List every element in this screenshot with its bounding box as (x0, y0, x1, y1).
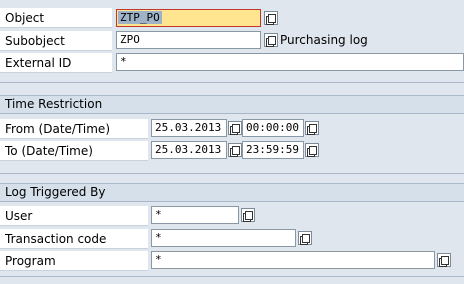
external-id-label-cell: External ID (0, 53, 112, 73)
external-id-label: External ID (5, 56, 72, 70)
user-value: * (155, 208, 162, 221)
subobject-label: Subobject (5, 34, 65, 48)
program-label: Program (5, 254, 56, 268)
transaction-code-input[interactable]: * (151, 229, 296, 247)
user-value-help-button[interactable] (241, 208, 255, 222)
transaction-code-label: Transaction code (5, 232, 107, 246)
subobject-label-cell: Subobject (0, 31, 112, 51)
subobject-value-help-button[interactable] (264, 33, 278, 47)
to-time-input[interactable]: 23:59:59 (242, 141, 304, 159)
from-time-value-help-button[interactable] (305, 121, 319, 135)
to-date-value-help-button[interactable] (228, 143, 242, 157)
section-divider (0, 276, 464, 277)
external-id-value: * (120, 55, 127, 68)
transaction-code-value-help-button[interactable] (298, 231, 312, 245)
to-date-value: 25.03.2013 (155, 143, 222, 156)
subobject-description: Purchasing log (280, 33, 368, 47)
to-time-value-help-button[interactable] (305, 143, 319, 157)
program-input[interactable]: * (151, 251, 435, 269)
to-date-input[interactable]: 25.03.2013 (151, 141, 227, 159)
section-divider (0, 82, 464, 83)
program-label-cell: Program (0, 251, 148, 271)
transaction-code-label-cell: Transaction code (0, 229, 148, 249)
subobject-value: ZPO (120, 33, 140, 46)
object-value: ZTP_PO (118, 11, 162, 24)
from-time-value: 00:00:00 (246, 121, 299, 134)
user-label-cell: User (0, 206, 148, 226)
section-divider (0, 173, 464, 174)
from-date-input[interactable]: 25.03.2013 (151, 119, 227, 137)
from-label-cell: From (Date/Time) (0, 119, 148, 139)
program-value: * (155, 253, 162, 266)
from-label: From (Date/Time) (5, 122, 110, 136)
from-time-input[interactable]: 00:00:00 (242, 119, 304, 137)
from-date-value-help-button[interactable] (228, 121, 242, 135)
log-triggered-by-title: Log Triggered By (5, 185, 106, 199)
object-value-help-button[interactable] (264, 11, 278, 25)
object-input[interactable]: ZTP_PO (116, 9, 261, 27)
to-time-value: 23:59:59 (246, 143, 299, 156)
subobject-input[interactable]: ZPO (116, 31, 261, 49)
to-label-cell: To (Date/Time) (0, 141, 148, 161)
user-input[interactable]: * (151, 206, 239, 224)
from-date-value: 25.03.2013 (155, 121, 222, 134)
time-restriction-header: Time Restriction (0, 95, 464, 114)
object-label: Object (5, 11, 45, 25)
object-label-cell: Object (0, 8, 112, 28)
time-restriction-title: Time Restriction (5, 97, 103, 111)
transaction-code-value: * (155, 231, 162, 244)
log-triggered-by-header: Log Triggered By (0, 183, 464, 202)
to-label: To (Date/Time) (5, 144, 93, 158)
user-label: User (5, 209, 33, 223)
program-value-help-button[interactable] (437, 253, 451, 267)
external-id-input[interactable]: * (116, 53, 464, 71)
